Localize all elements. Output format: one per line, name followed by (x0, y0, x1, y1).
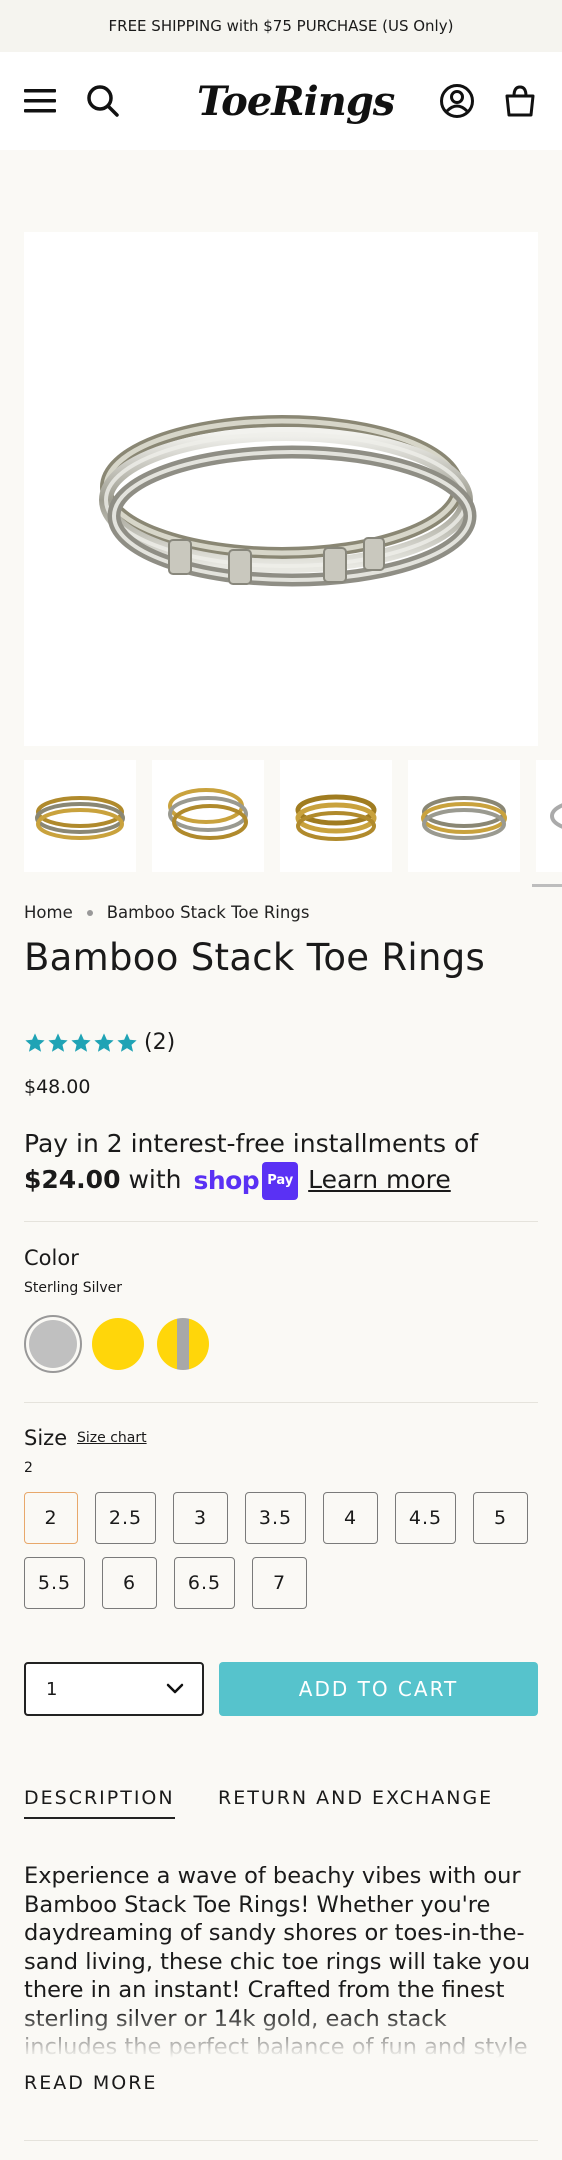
size-option-4[interactable]: 4 (323, 1492, 378, 1544)
shop-pay-logo-badge: Pay (262, 1162, 299, 1200)
installments-with: with (128, 1165, 182, 1194)
thumbnail-4[interactable] (408, 760, 520, 872)
breadcrumb-home[interactable]: Home (24, 903, 73, 922)
menu-icon[interactable] (22, 83, 58, 119)
thumbnail-strip (24, 760, 562, 890)
announcement-bar: FREE SHIPPING with $75 PURCHASE (US Only… (0, 0, 562, 52)
size-chart-link[interactable]: Size chart (77, 1430, 147, 1446)
shop-pay-logo: shop Pay (193, 1162, 299, 1200)
rating-stars (24, 1032, 138, 1054)
chevron-down-icon (166, 1683, 184, 1694)
star-icon (48, 1032, 68, 1052)
shop-pay-installments: Pay in 2 interest-free installments of $… (24, 1126, 524, 1200)
site-logo[interactable]: ToeRings (193, 74, 395, 128)
tab-description[interactable]: DESCRIPTION (24, 1787, 175, 1819)
color-selected-value: Sterling Silver (24, 1280, 123, 1296)
thumbnail-1[interactable] (24, 760, 136, 872)
announcement-text: FREE SHIPPING with $75 PURCHASE (US Only… (108, 17, 454, 35)
size-option-3[interactable]: 3 (173, 1492, 228, 1544)
size-option-3-5[interactable]: 3.5 (245, 1492, 306, 1544)
installments-text: Pay in 2 interest-free installments of (24, 1129, 479, 1158)
size-option-7[interactable]: 7 (252, 1557, 307, 1609)
cart-bag-icon[interactable] (502, 83, 538, 119)
breadcrumb: Home Bamboo Stack Toe Rings (24, 903, 309, 922)
star-icon (25, 1032, 45, 1052)
read-more-link[interactable]: READ MORE (24, 2072, 157, 2094)
quantity-select[interactable]: 1 (24, 1662, 204, 1716)
star-icon (71, 1032, 91, 1052)
size-option-2-5[interactable]: 2.5 (95, 1492, 156, 1544)
add-to-cart-button[interactable]: ADD TO CART (219, 1662, 538, 1716)
breadcrumb-current: Bamboo Stack Toe Rings (106, 903, 310, 922)
review-count: (2) (144, 1030, 176, 1055)
tab-return-and-exchange[interactable]: RETURN AND EXCHANGE (218, 1787, 493, 1817)
size-option-5[interactable]: 5 (473, 1492, 528, 1544)
shop-pay-logo-word: shop (193, 1166, 260, 1195)
size-option-6-5[interactable]: 6.5 (174, 1557, 235, 1609)
color-label: Color (24, 1246, 79, 1270)
product-title: Bamboo Stack Toe Rings (24, 936, 486, 979)
thumbnail-2[interactable] (152, 760, 264, 872)
divider (24, 1402, 538, 1403)
size-option-6[interactable]: 6 (102, 1557, 157, 1609)
swatch-sterling-silver[interactable] (24, 1315, 82, 1373)
site-header: ToeRings (0, 52, 562, 150)
account-icon[interactable] (439, 83, 475, 119)
description-panel: Experience a wave of beachy vibes with o… (24, 1862, 538, 2058)
size-selected-value: 2 (24, 1460, 33, 1476)
learn-more-link[interactable]: Learn more (308, 1165, 451, 1194)
size-label: Size (24, 1426, 68, 1450)
product-main-image[interactable] (24, 232, 538, 746)
installment-amount: $24.00 (24, 1165, 121, 1194)
swatch-two-tone[interactable] (157, 1318, 209, 1370)
thumbnail-5[interactable] (536, 760, 562, 872)
swatch-gold[interactable] (92, 1318, 144, 1370)
product-rating[interactable]: (2) (24, 1030, 175, 1055)
description-fade (24, 2010, 538, 2058)
size-option-5-5[interactable]: 5.5 (24, 1557, 85, 1609)
star-icon (117, 1032, 137, 1052)
quantity-value: 1 (46, 1678, 58, 1700)
product-price: $48.00 (24, 1076, 91, 1098)
search-icon[interactable] (85, 83, 121, 119)
star-icon (94, 1032, 114, 1052)
size-option-2[interactable]: 2 (24, 1492, 78, 1544)
divider (24, 1221, 538, 1222)
size-option-4-5[interactable]: 4.5 (395, 1492, 456, 1544)
logo-text: ToeRings (197, 77, 395, 125)
divider (24, 2140, 538, 2141)
swatch-sterling-silver-fill (29, 1320, 77, 1368)
breadcrumb-separator (86, 909, 93, 916)
thumbnail-scroll-indicator (532, 884, 562, 887)
thumbnail-3[interactable] (280, 760, 392, 872)
